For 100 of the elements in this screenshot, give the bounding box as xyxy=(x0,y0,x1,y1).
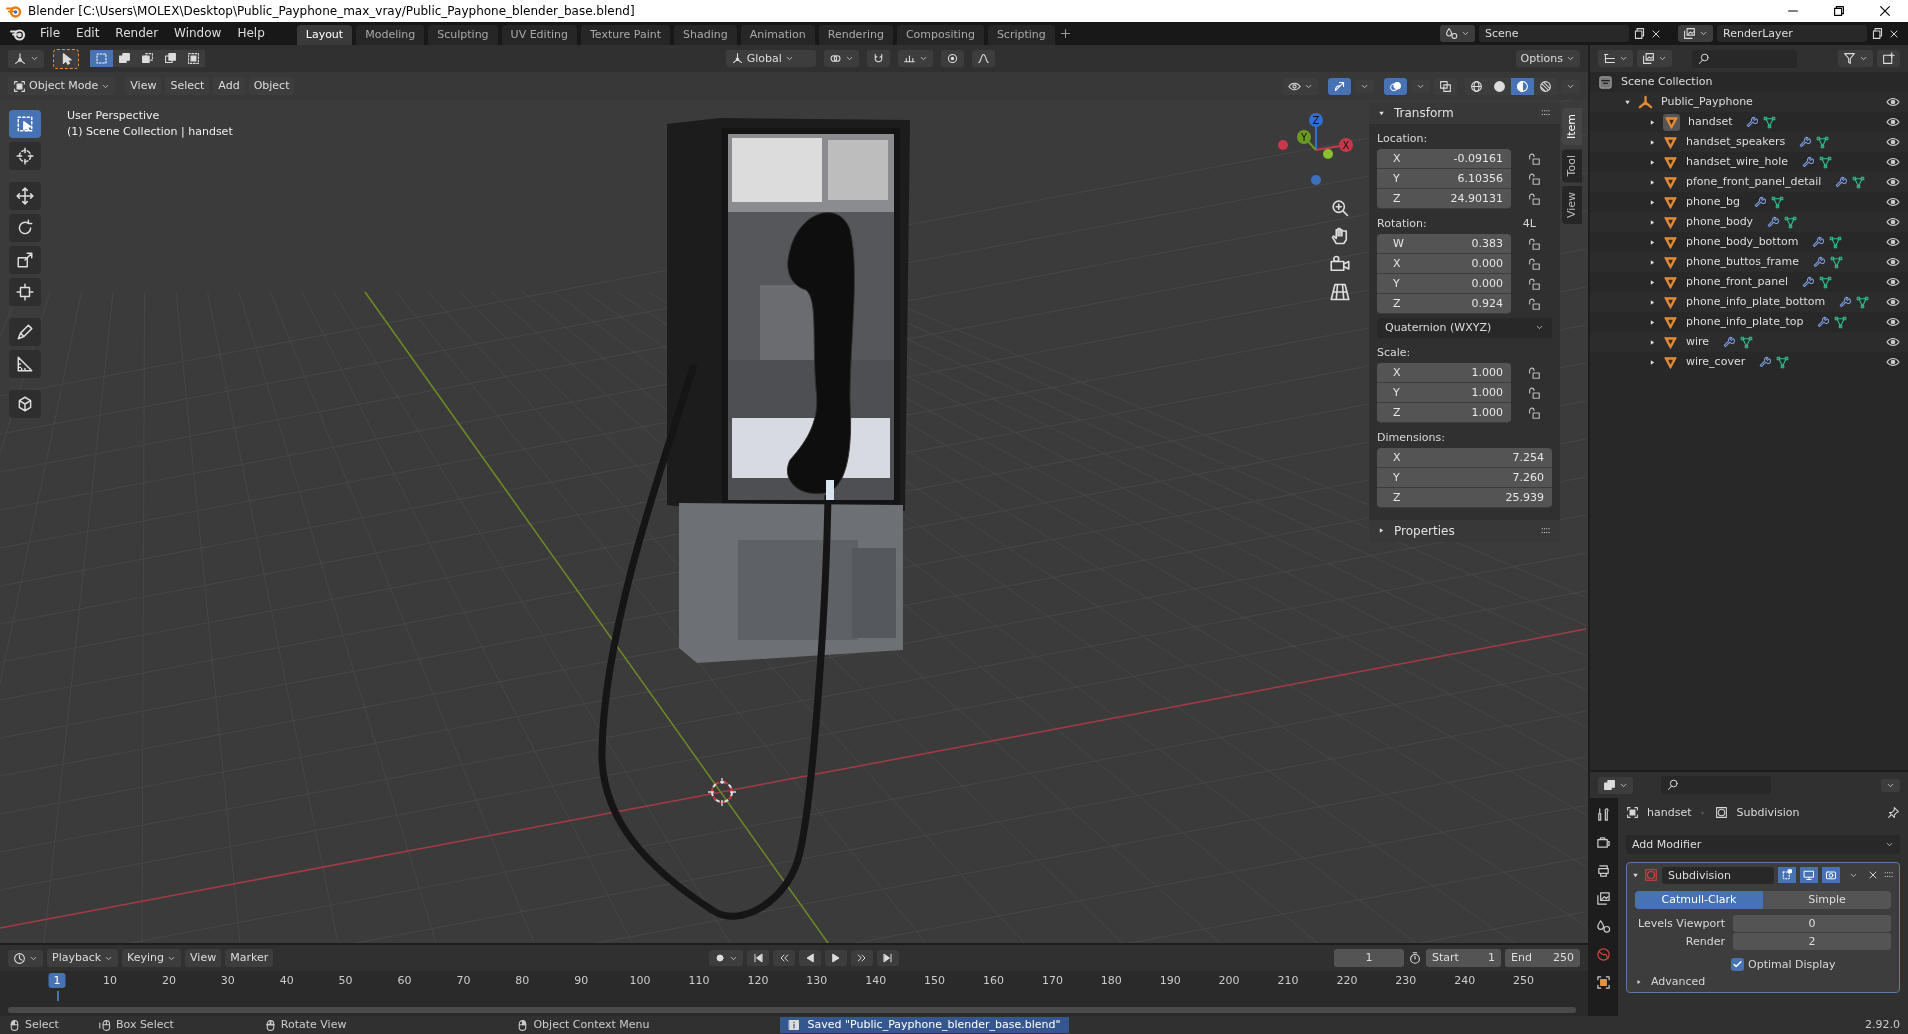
outliner-item[interactable]: handset xyxy=(1688,115,1733,129)
breadcrumb-modifier[interactable]: Subdivision xyxy=(1736,806,1800,820)
outliner-item[interactable]: Scene Collection xyxy=(1621,75,1713,89)
workspace-tab[interactable]: Modeling xyxy=(356,25,425,45)
outliner-item[interactable]: phone_body xyxy=(1686,215,1754,229)
unlocked-padlock-icon[interactable] xyxy=(1527,257,1541,272)
playback-button[interactable] xyxy=(798,950,821,966)
number-field[interactable]: -0.09161 xyxy=(1453,152,1503,166)
current-frame-field[interactable]: 1 xyxy=(1334,949,1404,967)
menu-item[interactable]: View xyxy=(125,77,162,95)
number-field[interactable]: 2 xyxy=(1733,932,1891,950)
shading-button[interactable] xyxy=(1534,77,1557,95)
outliner-item[interactable]: phone_bg xyxy=(1686,195,1740,209)
outliner-item[interactable]: phone_info_plate_top xyxy=(1686,315,1804,329)
add-modifier-dropdown[interactable]: Add Modifier xyxy=(1626,835,1900,855)
snap-toggle[interactable] xyxy=(866,50,890,67)
select-mode-button[interactable] xyxy=(113,50,136,67)
eye-icon[interactable] xyxy=(1886,295,1900,309)
display-mode-button[interactable] xyxy=(1637,50,1672,67)
panel-header[interactable]: Transform xyxy=(1369,102,1560,124)
shading-button[interactable] xyxy=(1465,77,1488,95)
stopwatch-icon[interactable] xyxy=(1408,951,1422,965)
xray-toggle[interactable] xyxy=(1434,77,1457,95)
modifier-toggle[interactable] xyxy=(1800,867,1818,884)
outliner-item[interactable]: phone_body_bottom xyxy=(1686,235,1799,249)
proportional-toggle[interactable] xyxy=(940,50,964,67)
panel-header[interactable]: Properties xyxy=(1369,519,1560,542)
playback-button[interactable] xyxy=(876,950,899,966)
restore-icon[interactable] xyxy=(1832,4,1846,18)
workspace-tab[interactable]: Scripting xyxy=(987,25,1055,45)
editor-type-button[interactable] xyxy=(8,949,43,967)
number-field[interactable]: 25.939 xyxy=(1505,490,1544,505)
view-layer-browse-button[interactable] xyxy=(1678,25,1713,42)
visibility-dropdown[interactable] xyxy=(1283,77,1318,95)
tool-button[interactable] xyxy=(9,246,41,274)
select-mode-button[interactable] xyxy=(182,50,205,67)
number-field[interactable]: 1.000 xyxy=(1471,365,1503,379)
number-field[interactable]: 24.90131 xyxy=(1450,192,1503,206)
copy-icon[interactable] xyxy=(1871,27,1884,40)
scene-browse-button[interactable] xyxy=(1440,25,1475,42)
menu-item[interactable]: View xyxy=(185,949,222,967)
search-field[interactable] xyxy=(1661,776,1771,794)
menu-item[interactable]: Select xyxy=(165,77,210,95)
snap-target-dropdown[interactable] xyxy=(897,50,933,67)
active-tool-button[interactable] xyxy=(54,49,78,68)
subpanel-header[interactable]: Advanced xyxy=(1651,975,1706,989)
tool-button[interactable] xyxy=(9,278,41,306)
breadcrumb-object[interactable]: handset xyxy=(1647,806,1692,820)
eye-icon[interactable] xyxy=(1886,315,1900,329)
tool-button[interactable] xyxy=(9,110,41,138)
copy-icon[interactable] xyxy=(1633,27,1646,40)
number-field[interactable]: 1.000 xyxy=(1471,405,1503,419)
number-field[interactable]: 0.924 xyxy=(1471,297,1503,311)
shading-button[interactable] xyxy=(1511,77,1534,95)
menu-item[interactable]: Render xyxy=(107,26,167,41)
menu-item[interactable]: Edit xyxy=(68,26,108,41)
eye-icon[interactable] xyxy=(1886,195,1900,209)
eye-icon[interactable] xyxy=(1886,235,1900,249)
unlocked-padlock-icon[interactable] xyxy=(1527,192,1541,207)
subdivision-method-tab[interactable]: Catmull-Clark xyxy=(1635,891,1763,909)
menu-dropdown[interactable]: Keying xyxy=(122,949,182,967)
filter-button[interactable] xyxy=(1838,50,1873,67)
falloff-dropdown[interactable] xyxy=(971,50,995,67)
search-field[interactable] xyxy=(1692,49,1797,68)
checkbox[interactable] xyxy=(1731,958,1744,972)
workspace-tab[interactable]: Rendering xyxy=(818,25,893,45)
editor-type-button[interactable] xyxy=(1598,50,1633,67)
plus-icon[interactable] xyxy=(1058,27,1072,40)
sidebar-tab[interactable]: Tool xyxy=(1562,149,1582,183)
unlocked-padlock-icon[interactable] xyxy=(1527,297,1541,312)
outliner-item[interactable]: wire_cover xyxy=(1686,355,1746,369)
workspace-tab[interactable]: Animation xyxy=(740,25,815,45)
3d-cursor-icon[interactable] xyxy=(707,777,737,807)
pivot-dropdown[interactable] xyxy=(823,50,859,67)
workspace-tab[interactable]: Compositing xyxy=(896,25,984,45)
number-field[interactable]: 1.000 xyxy=(1471,385,1503,399)
playback-button[interactable] xyxy=(772,950,795,966)
menu-item[interactable]: Window xyxy=(166,26,230,41)
playback-button[interactable] xyxy=(850,950,873,966)
eye-icon[interactable] xyxy=(1886,335,1900,349)
editor-type-button[interactable] xyxy=(8,49,44,68)
eye-icon[interactable] xyxy=(1886,155,1900,169)
menu-dropdown[interactable]: Playback xyxy=(47,949,119,967)
camera-icon[interactable] xyxy=(1330,254,1350,274)
zoom-icon[interactable] xyxy=(1330,198,1350,218)
tool-button[interactable] xyxy=(9,142,41,170)
unlocked-padlock-icon[interactable] xyxy=(1527,385,1541,400)
number-field[interactable]: 6.10356 xyxy=(1457,172,1503,186)
unlocked-padlock-icon[interactable] xyxy=(1527,237,1541,252)
start-frame-field[interactable]: 1 xyxy=(1488,951,1495,965)
workspace-tab[interactable]: Shading xyxy=(673,25,737,45)
tool-button[interactable] xyxy=(9,214,41,242)
number-field[interactable]: 0 xyxy=(1733,914,1891,932)
modifier-name-field[interactable]: Subdivision xyxy=(1662,866,1774,884)
modifier-toggle[interactable] xyxy=(1822,867,1840,884)
workspace-tab[interactable]: Sculpting xyxy=(428,25,498,45)
number-field[interactable]: 7.260 xyxy=(1512,470,1544,485)
close-icon[interactable] xyxy=(1878,4,1892,18)
navigation-gizmo[interactable]: Z Y X xyxy=(1278,113,1353,185)
workspace-tab[interactable]: Texture Paint xyxy=(581,25,670,45)
